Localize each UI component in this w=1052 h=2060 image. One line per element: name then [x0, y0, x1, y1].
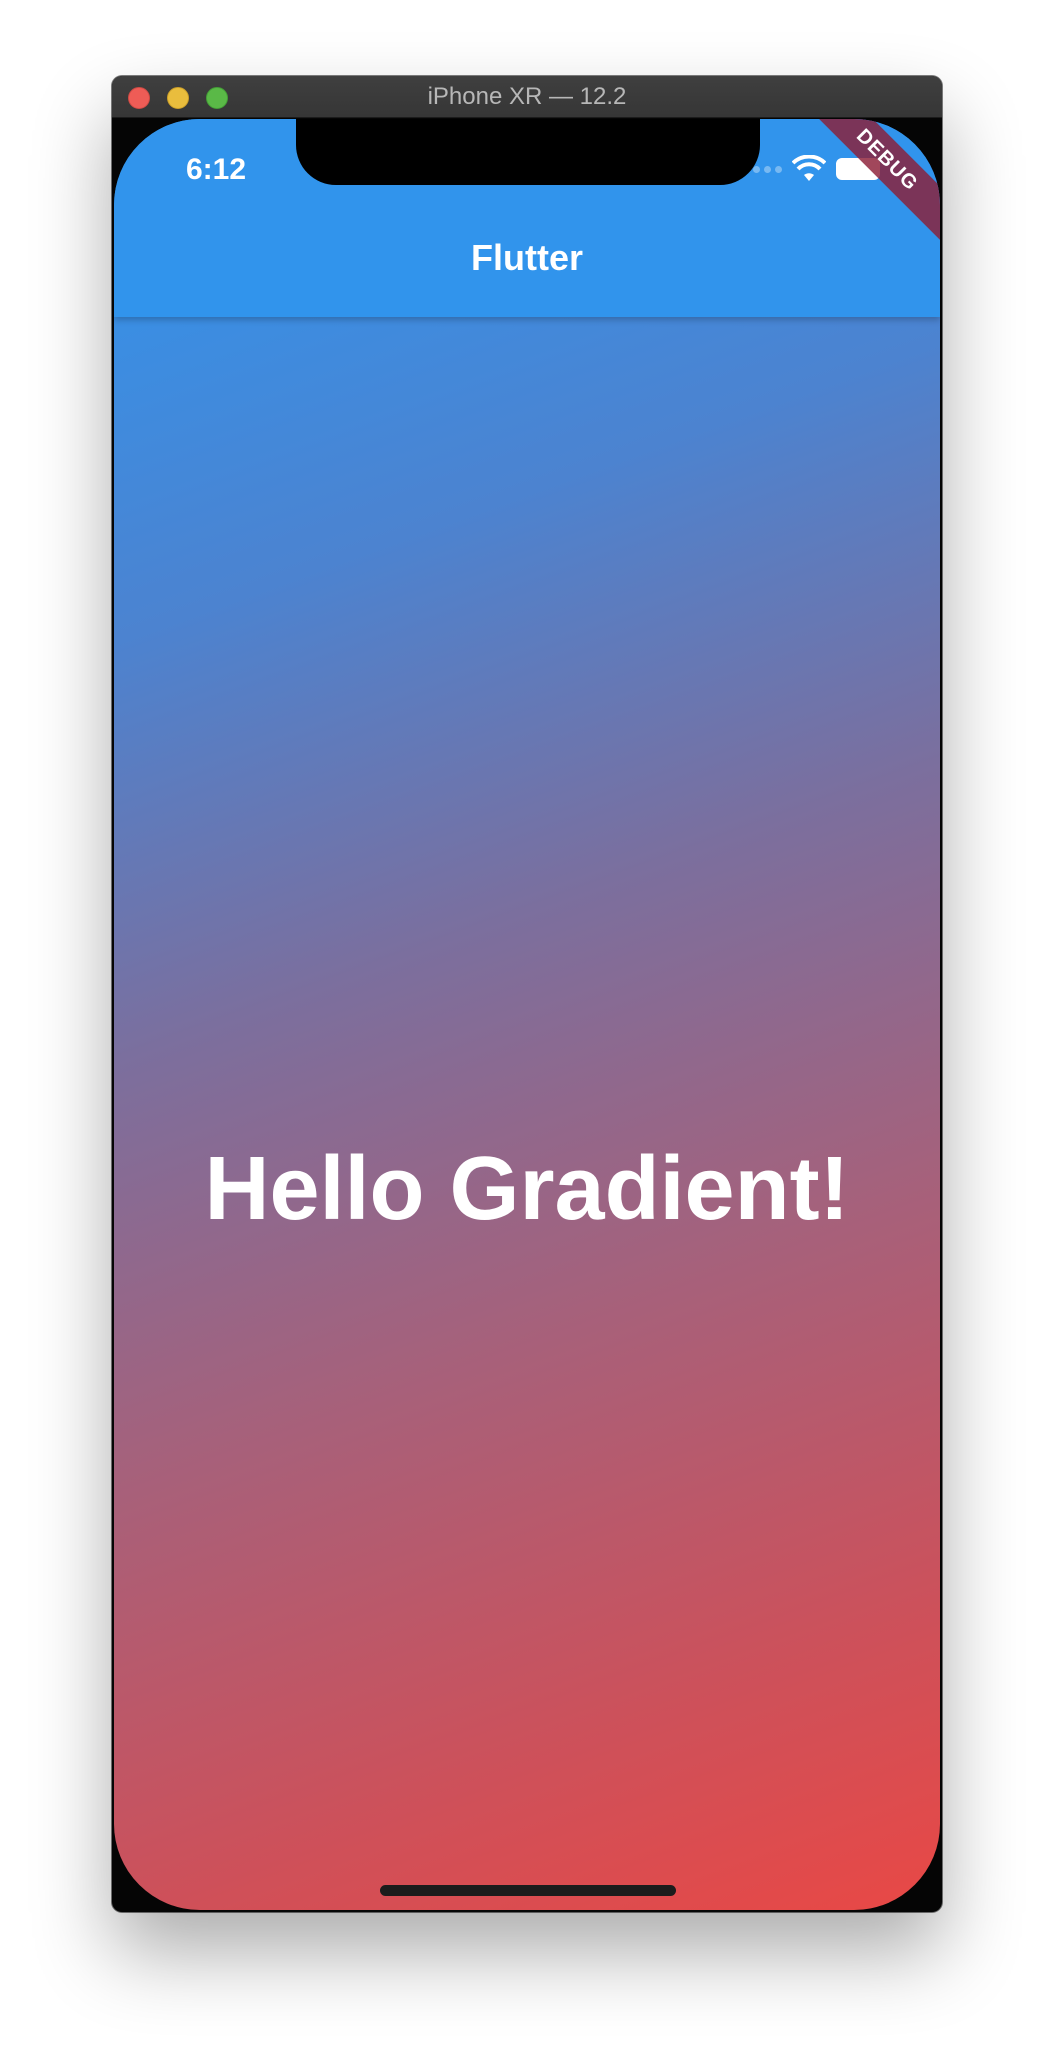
- simulator-window: iPhone XR — 12.2 6:12 Flutter DEBUG Hell…: [112, 76, 942, 1912]
- status-time: 6:12: [186, 153, 247, 186]
- device-notch: [296, 119, 760, 185]
- device-screen: 6:12 Flutter DEBUG Hello Gradient!: [114, 119, 940, 1910]
- wifi-icon: [792, 155, 826, 181]
- window-titlebar: iPhone XR — 12.2: [112, 76, 942, 118]
- home-indicator[interactable]: [380, 1885, 676, 1896]
- app-bar-title: Flutter: [471, 237, 583, 278]
- hello-gradient-text: Hello Gradient!: [204, 1139, 850, 1239]
- window-title: iPhone XR — 12.2: [427, 83, 627, 110]
